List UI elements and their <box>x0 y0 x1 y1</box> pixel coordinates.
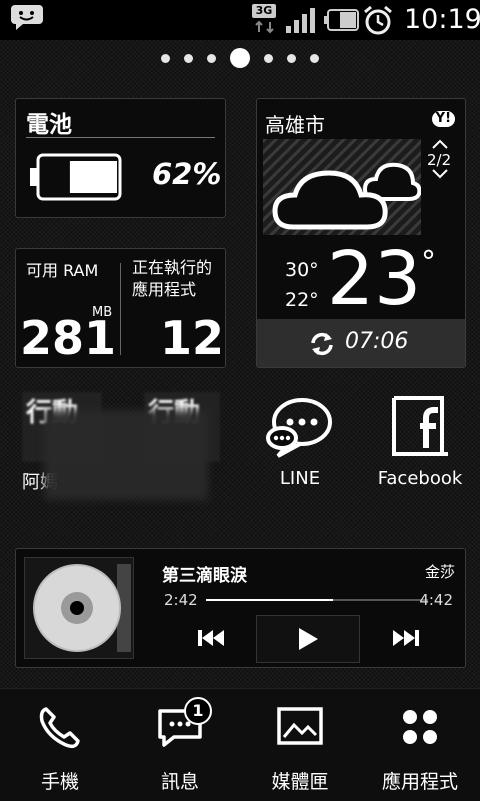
running-apps-label: 正在執行的應用程式 <box>132 258 213 299</box>
dock-item-gallery[interactable]: 媒體匣 <box>240 689 360 801</box>
battery-percent: 62% <box>152 157 222 191</box>
refresh-icon[interactable] <box>309 331 335 357</box>
dock-label: 應用程式 <box>381 771 458 793</box>
battery-widget-title: 電池 <box>26 112 72 138</box>
dock-item-messages[interactable]: 1 訊息 <box>120 689 240 801</box>
divider <box>120 263 121 355</box>
app-label: LINE <box>279 468 321 489</box>
unread-badge: 1 <box>184 697 212 725</box>
dock-label: 訊息 <box>160 771 199 793</box>
page-dot[interactable] <box>184 53 193 63</box>
battery-widget[interactable]: 電池 62% <box>15 98 226 218</box>
facebook-icon <box>392 396 448 456</box>
weather-current-temp: 23 <box>327 236 422 322</box>
line-app[interactable]: LINE <box>250 392 350 502</box>
skip-previous-icon <box>198 630 224 646</box>
cd-album-art-icon <box>24 557 134 659</box>
network-3g-icon: 3G <box>252 4 278 36</box>
page-indicator[interactable] <box>0 48 480 68</box>
play-button[interactable] <box>256 615 360 663</box>
page-dot[interactable] <box>207 53 216 63</box>
signal-icon <box>286 8 315 33</box>
privacy-blur <box>44 410 208 500</box>
page-dot[interactable] <box>264 53 273 63</box>
seek-bar-progress <box>206 599 333 601</box>
chevron-down-icon[interactable] <box>431 169 449 179</box>
weather-low: 22° <box>285 289 319 311</box>
running-apps-value: 12 <box>160 311 225 365</box>
weather-updated-time: 07:06 <box>345 329 409 354</box>
dock-item-phone[interactable]: 手機 <box>0 689 120 801</box>
message-icon <box>11 5 43 30</box>
weather-widget[interactable]: 高雄市 Y! 2/2 30° 22° 23 ° 07:06 <box>256 98 466 368</box>
dock-label: 媒體匣 <box>271 771 329 793</box>
page-dot-active[interactable] <box>230 48 250 68</box>
weather-high: 30° <box>285 259 319 281</box>
divider <box>26 137 215 138</box>
weather-page-indicator: 2/2 <box>427 151 452 169</box>
status-bar[interactable]: 3G 10:19 <box>0 0 480 40</box>
ram-widget[interactable]: 可用 RAM 正在執行的應用程式 MB 281 12 <box>15 248 226 368</box>
skip-next-icon <box>393 630 419 646</box>
weather-city: 高雄市 <box>265 113 325 137</box>
previous-track-button[interactable] <box>166 615 256 661</box>
yahoo-logo-icon: Y! <box>431 111 455 127</box>
apps-grid-icon <box>403 710 437 744</box>
app-label: Facebook <box>377 468 463 489</box>
play-icon <box>299 628 318 650</box>
line-chat-icon <box>266 398 332 458</box>
battery-level-icon <box>30 153 122 201</box>
chevron-up-icon[interactable] <box>431 139 449 149</box>
battery-icon <box>324 9 359 31</box>
available-ram-label: 可用 RAM <box>26 261 99 280</box>
available-ram-value: 281 <box>20 311 117 365</box>
seek-bar[interactable] <box>206 599 428 601</box>
alarm-icon <box>364 5 392 35</box>
phone-icon <box>39 707 80 749</box>
degree-symbol: ° <box>421 245 436 280</box>
gallery-icon <box>277 707 323 745</box>
next-track-button[interactable] <box>358 615 454 661</box>
clock-time: 10:19 <box>404 4 480 35</box>
song-title: 第三滴眼淚 <box>162 566 247 586</box>
facebook-app[interactable]: Facebook <box>370 392 470 502</box>
dock-item-apps[interactable]: 應用程式 <box>360 689 480 801</box>
page-dot[interactable] <box>310 53 319 63</box>
cloudy-icon <box>263 139 421 235</box>
song-artist: 金莎 <box>424 563 455 581</box>
weather-refresh-bar[interactable]: 07:06 <box>257 319 465 367</box>
music-widget[interactable]: 第三滴眼淚 金莎 2:42 4:42 <box>15 548 466 668</box>
dock-bar[interactable]: 手機 1 訊息 媒體匣 應用程式 <box>0 688 480 801</box>
page-dot[interactable] <box>287 53 296 63</box>
total-duration: 4:42 <box>419 591 453 609</box>
elapsed-time: 2:42 <box>164 591 198 609</box>
dock-label: 手機 <box>40 771 79 793</box>
page-dot[interactable] <box>161 53 170 63</box>
